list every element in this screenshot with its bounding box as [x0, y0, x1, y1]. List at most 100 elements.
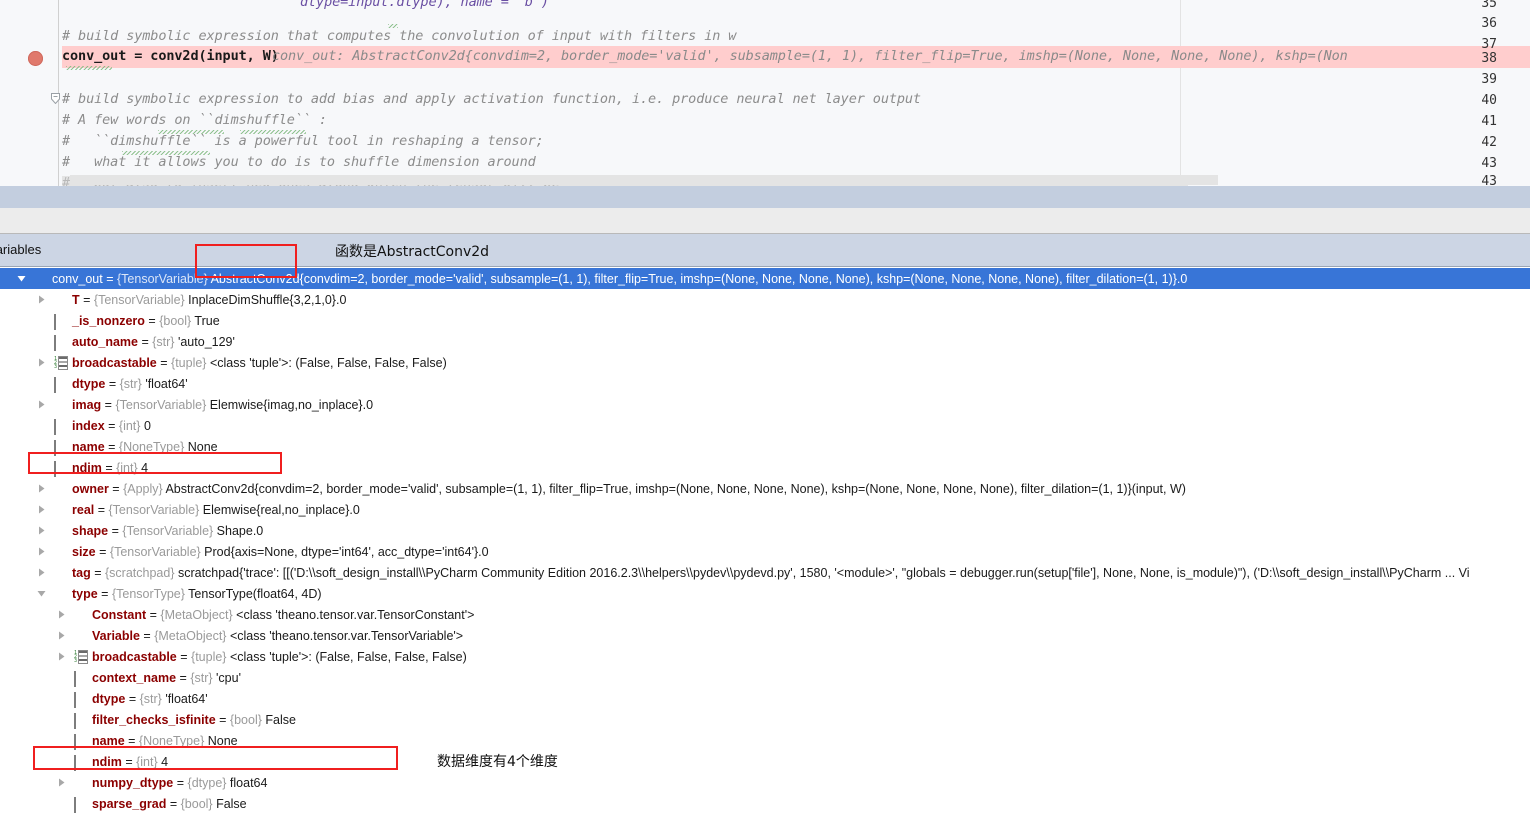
chevron-right-icon[interactable] [57, 631, 68, 642]
chevron-right-icon[interactable] [37, 505, 48, 516]
debugger-toolstrip[interactable] [0, 208, 1530, 435]
variable-name: numpy_dtype [92, 775, 174, 790]
editor-horizontal-scrollbar[interactable] [0, 174, 1530, 186]
variable-row-text: auto_name = {str} 'auto_129' [72, 335, 235, 349]
chevron-down-icon[interactable] [17, 274, 28, 285]
variable-row-text: broadcastable = {tuple} <class 'tuple'>:… [72, 356, 447, 370]
variable-name: Variable [92, 628, 140, 643]
variable-type-icon [74, 671, 88, 687]
variable-equals: = [144, 313, 160, 328]
variable-row[interactable]: name = {NoneType} None [0, 730, 1530, 751]
variable-name: dtype [92, 691, 126, 706]
variable-value: AbstractConv2d{convdim=2, border_mode='v… [207, 271, 1188, 286]
variable-equals: = [104, 418, 119, 433]
variable-type-icon [54, 504, 68, 516]
variable-equals: = [124, 733, 139, 748]
variable-type: {tuple} [171, 355, 207, 370]
variable-row[interactable]: _is_nonzero = {bool} True [0, 310, 1530, 331]
variable-row[interactable]: Variable = {MetaObject} <class 'theano.t… [0, 625, 1530, 646]
variable-row-text: Variable = {MetaObject} <class 'theano.t… [92, 629, 463, 643]
variable-equals: = [97, 586, 112, 601]
variable-name: context_name [92, 670, 177, 685]
variable-equals: = [156, 355, 172, 370]
chevron-right-icon[interactable] [37, 547, 48, 558]
variable-row[interactable]: filter_checks_isfinite = {bool} False [0, 709, 1530, 730]
variable-type-icon [54, 567, 68, 579]
variable-name: broadcastable [72, 355, 157, 370]
variable-row[interactable]: dtype = {str} 'float64' [0, 688, 1530, 709]
chevron-right-icon[interactable] [57, 778, 68, 789]
variable-row[interactable]: real = {TensorVariable} Elemwise{real,no… [0, 499, 1530, 520]
variable-row[interactable]: tag = {scratchpad} scratchpad{'trace': [… [0, 562, 1530, 583]
variable-type: {TensorVariable} [115, 397, 207, 412]
variable-name: shape [72, 523, 109, 538]
chevron-right-icon[interactable] [37, 400, 48, 411]
chevron-right-icon[interactable] [37, 484, 48, 495]
variable-equals: = [90, 565, 105, 580]
chevron-right-icon[interactable] [37, 526, 48, 537]
variable-name: sparse_grad [92, 796, 167, 811]
variable-row-text: ndim = {int} 4 [72, 461, 148, 475]
variable-type-icon [54, 377, 68, 393]
variable-row[interactable]: dtype = {str} 'float64' [0, 373, 1530, 394]
variable-equals: = [101, 460, 117, 475]
variable-row[interactable]: ndim = {int} 4 [0, 457, 1530, 478]
code-editor[interactable]: 35 36 37 38 39 40 41 42 43 43 dtype=inpu… [0, 0, 1530, 186]
scrollbar-thumb[interactable] [70, 175, 1180, 185]
variable-value: Elemwise{real,no_inplace}.0 [199, 502, 360, 517]
variable-type: {TensorType} [111, 586, 185, 601]
spell-squiggle [122, 151, 210, 155]
variable-value: False [261, 712, 296, 727]
variable-value: AbstractConv2d{convdim=2, border_mode='v… [162, 481, 1186, 496]
variable-row[interactable]: type = {TensorType} TensorType(float64, … [0, 583, 1530, 604]
variables-panel[interactable]: Variables 函数是AbstractConv2d conv_out = {… [0, 234, 1530, 814]
variable-row[interactable]: size = {TensorVariable} Prod{axis=None, … [0, 541, 1530, 562]
variable-row-text: owner = {Apply} AbstractConv2d{convdim=2… [72, 482, 1186, 496]
variable-type: {MetaObject} [154, 628, 227, 643]
variable-type: {dtype} [187, 775, 227, 790]
spell-squiggle [158, 130, 224, 134]
variable-row[interactable]: shape = {TensorVariable} Shape.0 [0, 520, 1530, 541]
variable-row[interactable]: name = {NoneType} None [0, 436, 1530, 457]
variable-row[interactable]: sparse_grad = {bool} False [0, 793, 1530, 814]
variable-row[interactable]: imag = {TensorVariable} Elemwise{imag,no… [0, 394, 1530, 415]
variable-row-text: context_name = {str} 'cpu' [92, 671, 241, 685]
chevron-right-icon[interactable] [57, 652, 68, 663]
variable-row[interactable]: 1 2 3 broadcastable = {tuple} <class 'tuple… [0, 352, 1530, 373]
variable-row[interactable]: owner = {Apply} AbstractConv2d{convdim=2… [0, 478, 1530, 499]
chevron-right-icon[interactable] [37, 568, 48, 579]
variable-row-text: size = {TensorVariable} Prod{axis=None, … [72, 545, 489, 559]
variable-row[interactable]: 1 2 3 broadcastable = {tuple} <class 'tuple… [0, 646, 1530, 667]
variable-row[interactable]: Constant = {MetaObject} <class 'theano.t… [0, 604, 1530, 625]
variable-row[interactable]: ndim = {int} 4 [0, 751, 1530, 772]
variable-value: 0 [140, 418, 151, 433]
variable-row[interactable]: context_name = {str} 'cpu' [0, 667, 1530, 688]
variable-equals: = [95, 544, 110, 559]
variable-type: {NoneType} [118, 439, 185, 454]
chevron-right-icon[interactable] [37, 358, 48, 369]
variable-row[interactable]: conv_out = {TensorVariable} AbstractConv… [0, 268, 1530, 289]
variable-type: {Apply} [123, 481, 163, 496]
variable-row[interactable]: numpy_dtype = {dtype} float64 [0, 772, 1530, 793]
variable-row[interactable]: index = {int} 0 [0, 415, 1530, 436]
variable-value: 4 [137, 460, 149, 475]
variable-type: {TensorVariable} [109, 544, 201, 559]
variable-value: <class 'theano.tensor.var.TensorVariable… [226, 628, 464, 643]
variable-value: Elemwise{imag,no_inplace}.0 [206, 397, 374, 412]
variable-value: TensorType(float64, 4D) [184, 586, 322, 601]
variable-equals: = [176, 670, 191, 685]
variable-row[interactable]: T = {TensorVariable} InplaceDimShuffle{3… [0, 289, 1530, 310]
variable-name: size [72, 544, 96, 559]
variable-type-icon [74, 755, 88, 771]
variable-row[interactable]: auto_name = {str} 'auto_129' [0, 331, 1530, 352]
variable-row-text: real = {TensorVariable} Elemwise{real,no… [72, 503, 360, 517]
variable-value: InplaceDimShuffle{3,2,1,0}.0 [184, 292, 347, 307]
chevron-right-icon[interactable] [37, 295, 48, 306]
chevron-right-icon[interactable] [57, 610, 68, 621]
variable-value: 'float64' [141, 376, 188, 391]
scrollbar-track-end[interactable] [1180, 175, 1218, 185]
panel-splitter[interactable] [0, 186, 1530, 388]
variable-equals: = [138, 334, 153, 349]
spell-squiggle [388, 24, 398, 28]
chevron-down-icon[interactable] [37, 589, 48, 600]
